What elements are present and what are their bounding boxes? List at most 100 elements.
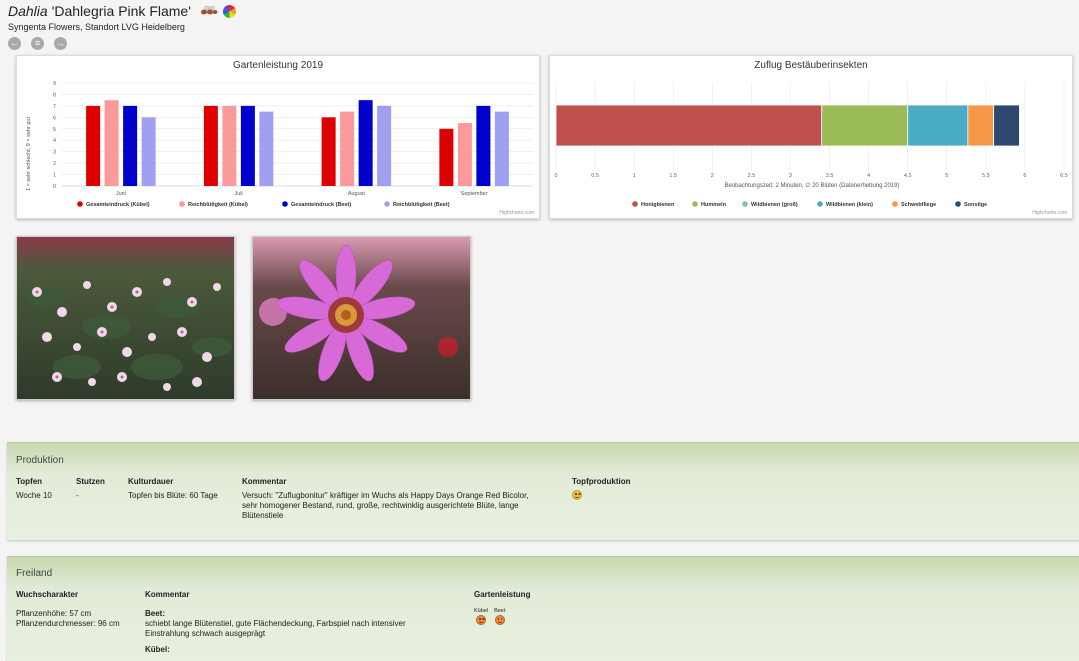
smiley-neutral-icon [572,490,582,500]
legend-marker[interactable] [817,201,823,207]
x-tick-label: 5 [945,173,948,179]
bar[interactable] [439,128,454,186]
bar[interactable] [240,105,255,186]
chart-credit[interactable]: Highcharts.com [1032,210,1067,216]
bar[interactable] [494,111,509,186]
value-durchmesser: Pflanzendurchmesser: 96 cm [16,619,120,628]
bar[interactable] [203,105,218,186]
back-arrow-icon[interactable]: ← [8,37,21,50]
bar[interactable] [259,111,274,186]
production-panel: Produktion Topfen Woche 10 Stutzen - Kul… [7,442,1079,540]
legend-marker[interactable] [282,201,288,207]
legend-marker[interactable] [692,201,698,207]
x-tick-label: 0.5 [591,173,599,179]
bar[interactable] [321,117,336,186]
garten-beet: Beet [494,608,505,628]
legend-label[interactable]: Gesamteindruck (Kübel) [86,202,150,208]
x-tick-label: 1 [633,173,636,179]
bar[interactable] [476,105,491,186]
legend-label[interactable]: Wildbienen (groß) [751,202,798,208]
col-kommentar: Kommentar Beet: schiebt lange Blütenstie… [145,590,425,655]
header-kommentar: Kommentar [242,477,287,486]
x-tick-label: 2.5 [748,173,756,179]
stacked-bar-segment[interactable] [555,104,823,147]
bar[interactable] [457,123,472,186]
bar[interactable] [340,111,355,186]
legend-marker[interactable] [384,201,390,207]
bar[interactable] [222,105,237,186]
legend-marker[interactable] [77,201,83,207]
insect-chart-svg: Beobachtungszeit: 2 Minuten, ∅ 20 Blüten… [554,82,1068,208]
y-tick-label: 3 [53,150,56,156]
dahlia-flower-image [253,237,470,399]
pollinator-chart: Zuflug Bestäuberinsekten Beobachtungszei… [549,55,1073,219]
x-tick-label: 6.5 [1060,173,1068,179]
header-kommentar: Kommentar [145,590,190,599]
value-topfen: Woche 10 [16,491,52,500]
legend-label[interactable]: Schwebfliege [901,202,936,208]
stacked-bar-segment[interactable] [993,104,1020,147]
cultivar-name: 'Dahlegria Pink Flame' [51,3,191,19]
col-stutzen: Stutzen - [76,477,105,501]
x-tick-label: 0 [554,173,557,179]
plant-overview-photo[interactable] [16,236,235,400]
bar[interactable] [377,105,392,186]
col-wuchscharakter: Wuchscharakter Pflanzenhöhe: 57 cm Pflan… [16,590,120,629]
forward-arrow-icon[interactable]: → [54,37,67,50]
value-stutzen: - [76,491,79,500]
x-axis-title: Beobachtungszeit: 2 Minuten, ∅ 20 Blüten… [724,182,899,189]
col-topfen: Topfen Woche 10 [16,477,52,501]
label-beet: Beet: [145,609,166,618]
bar[interactable] [358,100,373,186]
bar[interactable] [141,117,156,186]
garten-kuebel: Kübel [474,608,488,628]
y-tick-label: 1 [53,173,56,179]
page-title: Dahlia 'Dahlegria Pink Flame' [8,2,1073,20]
legend-label[interactable]: Wildbienen (klein) [826,202,873,208]
x-tick-label: September [461,191,488,197]
bee-icon [200,6,218,15]
list-menu-icon[interactable]: ≡ [31,37,44,50]
bar[interactable] [104,100,119,186]
page-header: Dahlia 'Dahlegria Pink Flame' Syngenta F… [8,2,1073,50]
stacked-bar-segment[interactable] [967,104,995,147]
bar[interactable] [123,105,138,186]
legend-label[interactable]: Honigbienen [641,202,675,208]
x-tick-label: 4 [867,173,870,179]
chart-credit[interactable]: Highcharts.com [499,210,534,216]
bar[interactable] [86,105,101,186]
legend-label[interactable]: Reichblütigkeit (Kübel) [188,202,248,208]
y-tick-label: 4 [53,138,56,144]
x-tick-label: 6 [1023,173,1026,179]
dahlia-bed-image [17,237,234,399]
y-tick-label: 7 [53,104,56,110]
header-kulturdauer: Kulturdauer [128,477,174,486]
panel-title: Produktion [16,455,64,466]
genus-name: Dahlia [8,3,48,19]
legend-marker[interactable] [632,201,638,207]
legend-label[interactable]: Gesamteindruck (Beet) [291,202,351,208]
x-tick-label: Juli [234,191,242,197]
y-tick-label: 0 [53,184,56,190]
legend-label[interactable]: Hummeln [701,202,727,208]
flower-closeup-photo[interactable] [252,236,471,400]
legend-label[interactable]: Reichblütigkeit (Beet) [393,202,450,208]
stacked-bar-segment[interactable] [821,104,909,147]
stacked-bar-segment[interactable] [907,104,969,147]
value-beet: schiebt lange Blütenstiel, gute Flächend… [145,619,406,638]
legend-marker[interactable] [742,201,748,207]
legend-marker[interactable] [955,201,961,207]
outdoor-panel: Freiland Wuchscharakter Pflanzenhöhe: 57… [7,556,1079,661]
col-kulturdauer: Kulturdauer Topfen bis Blüte: 60 Tage [128,477,218,501]
legend-marker[interactable] [892,201,898,207]
legend-marker[interactable] [179,201,185,207]
x-tick-label: Juni [116,191,126,197]
garten-beet-label: Beet [494,608,506,614]
header-wuchs: Wuchscharakter [16,590,79,599]
legend-label[interactable]: Sonstige [964,202,987,208]
page-subtitle: Syngenta Flowers, Standort LVG Heidelber… [8,22,185,32]
x-tick-label: 3.5 [826,173,834,179]
garden-performance-chart: Gartenleistung 2019 1 = sehr schlecht, 9… [16,55,540,219]
x-tick-label: 1.5 [669,173,677,179]
x-tick-label: 5.5 [982,173,990,179]
